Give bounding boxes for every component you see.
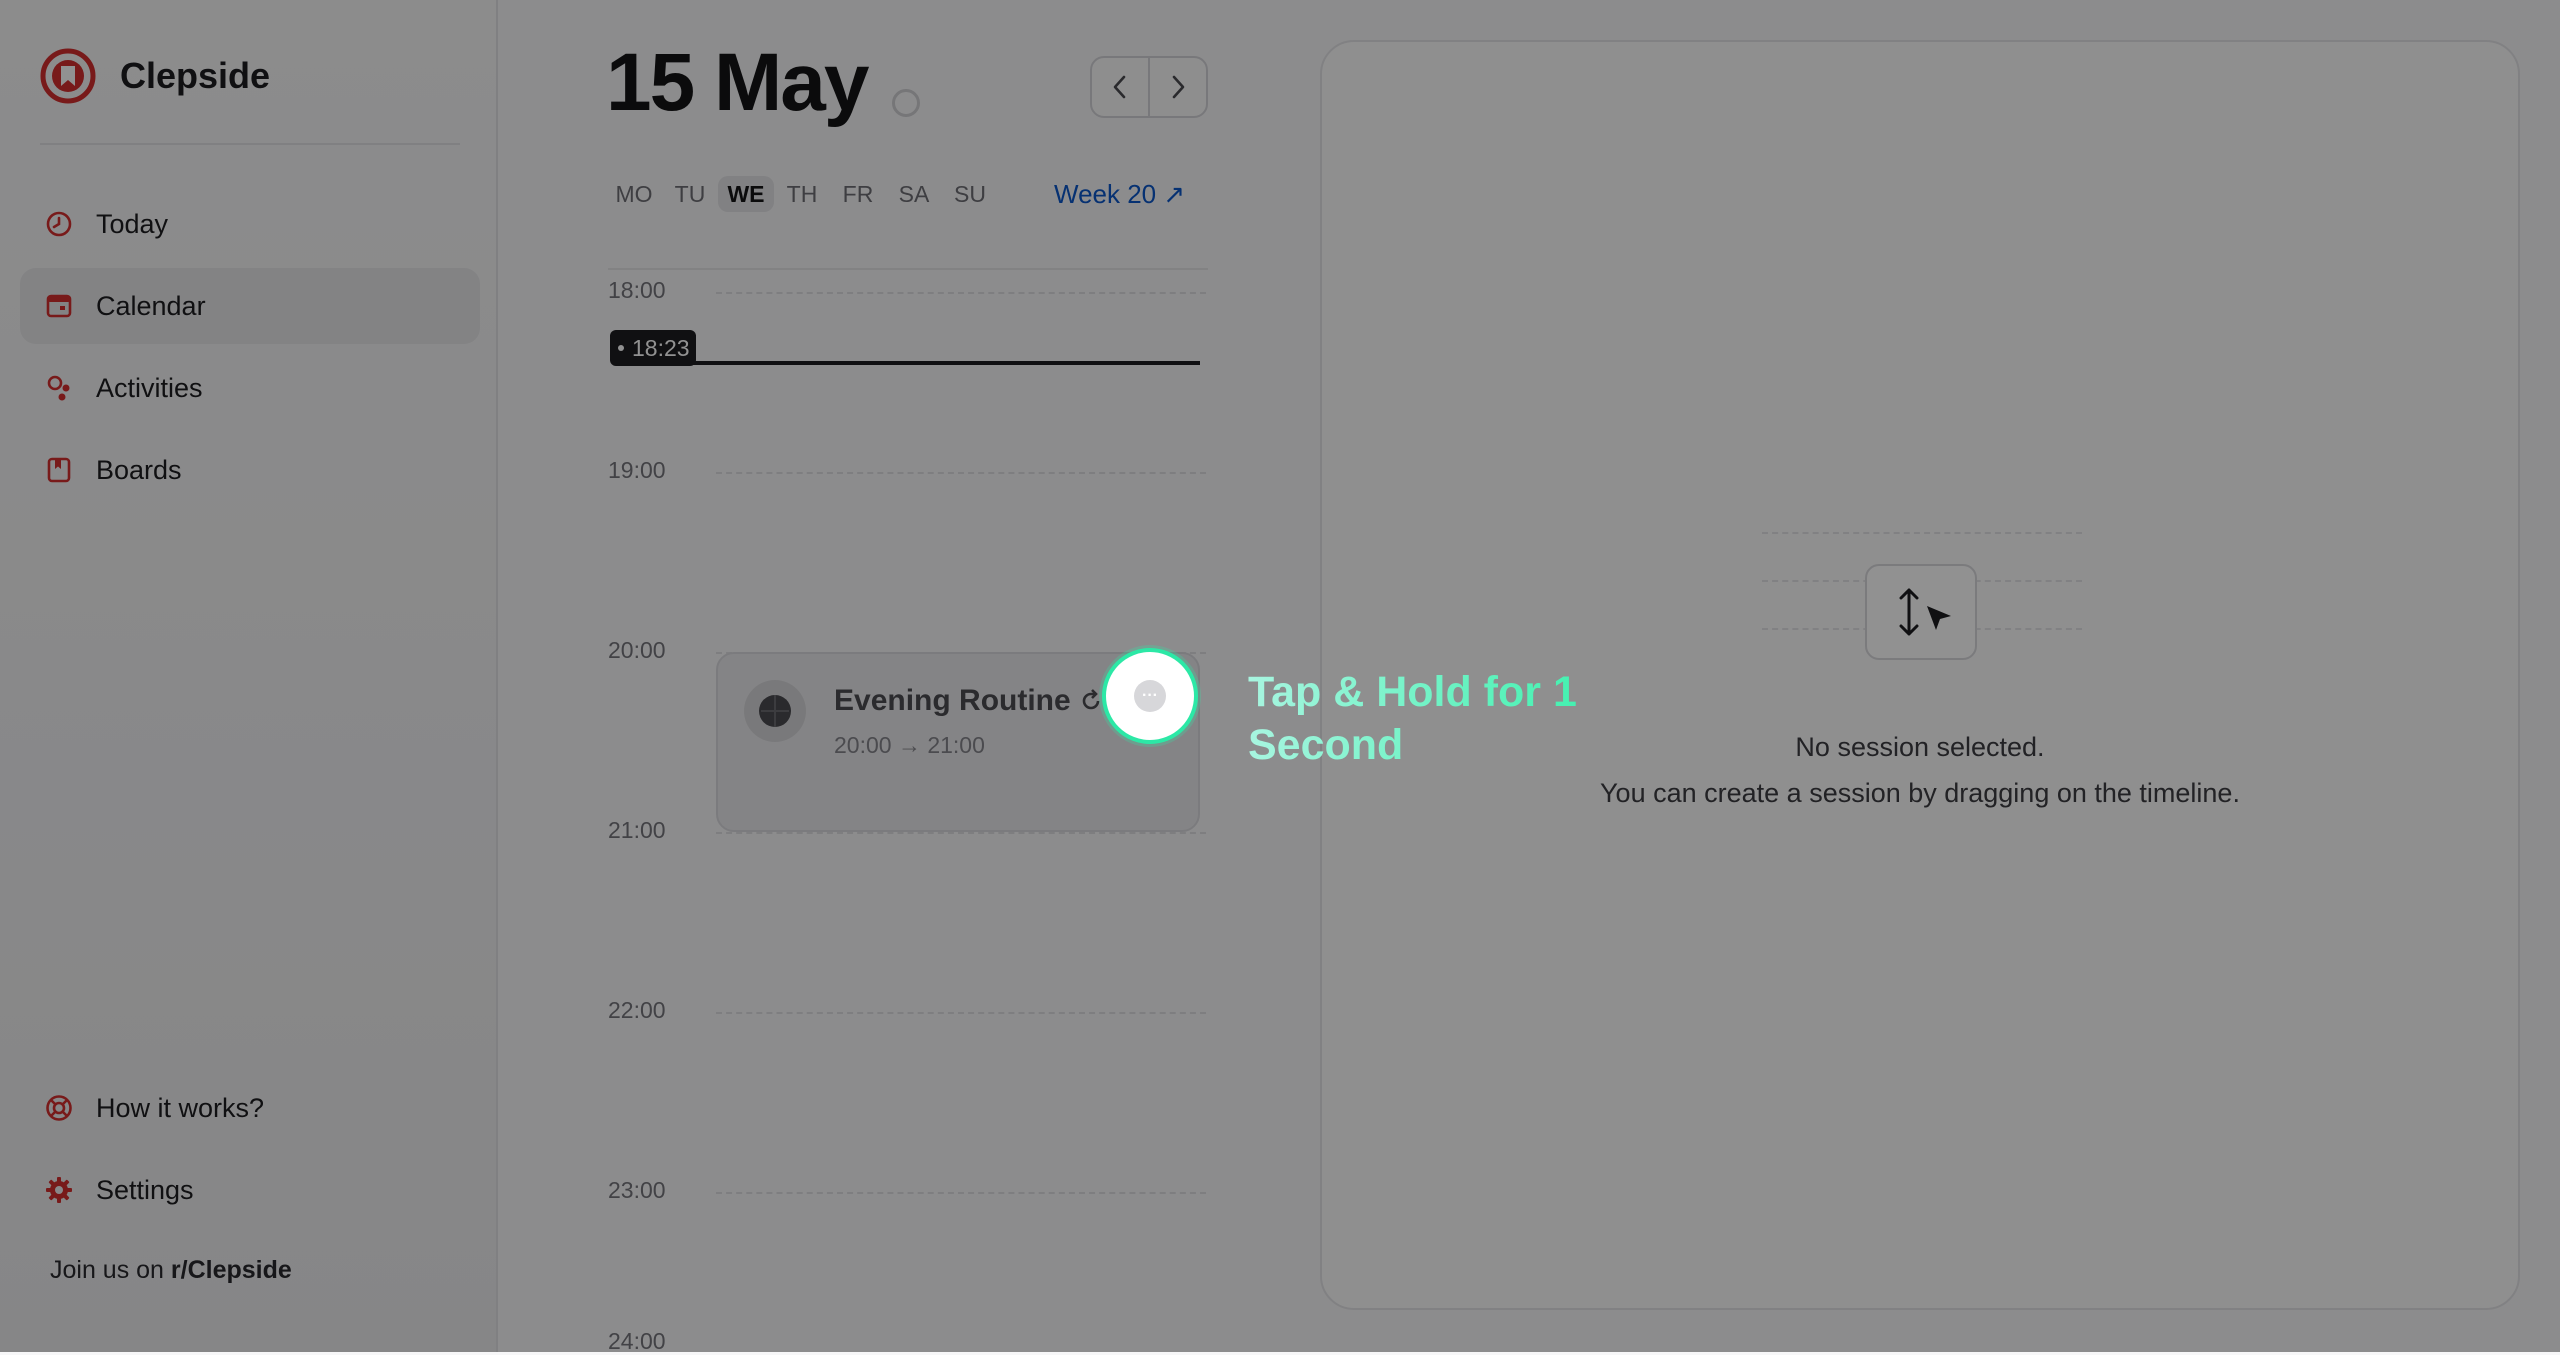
more-options-icon: ···: [1134, 680, 1166, 712]
tutorial-hint: Tap & Hold for 1 Second: [1248, 666, 1648, 772]
tap-and-hold-button[interactable]: ···: [1102, 648, 1198, 744]
